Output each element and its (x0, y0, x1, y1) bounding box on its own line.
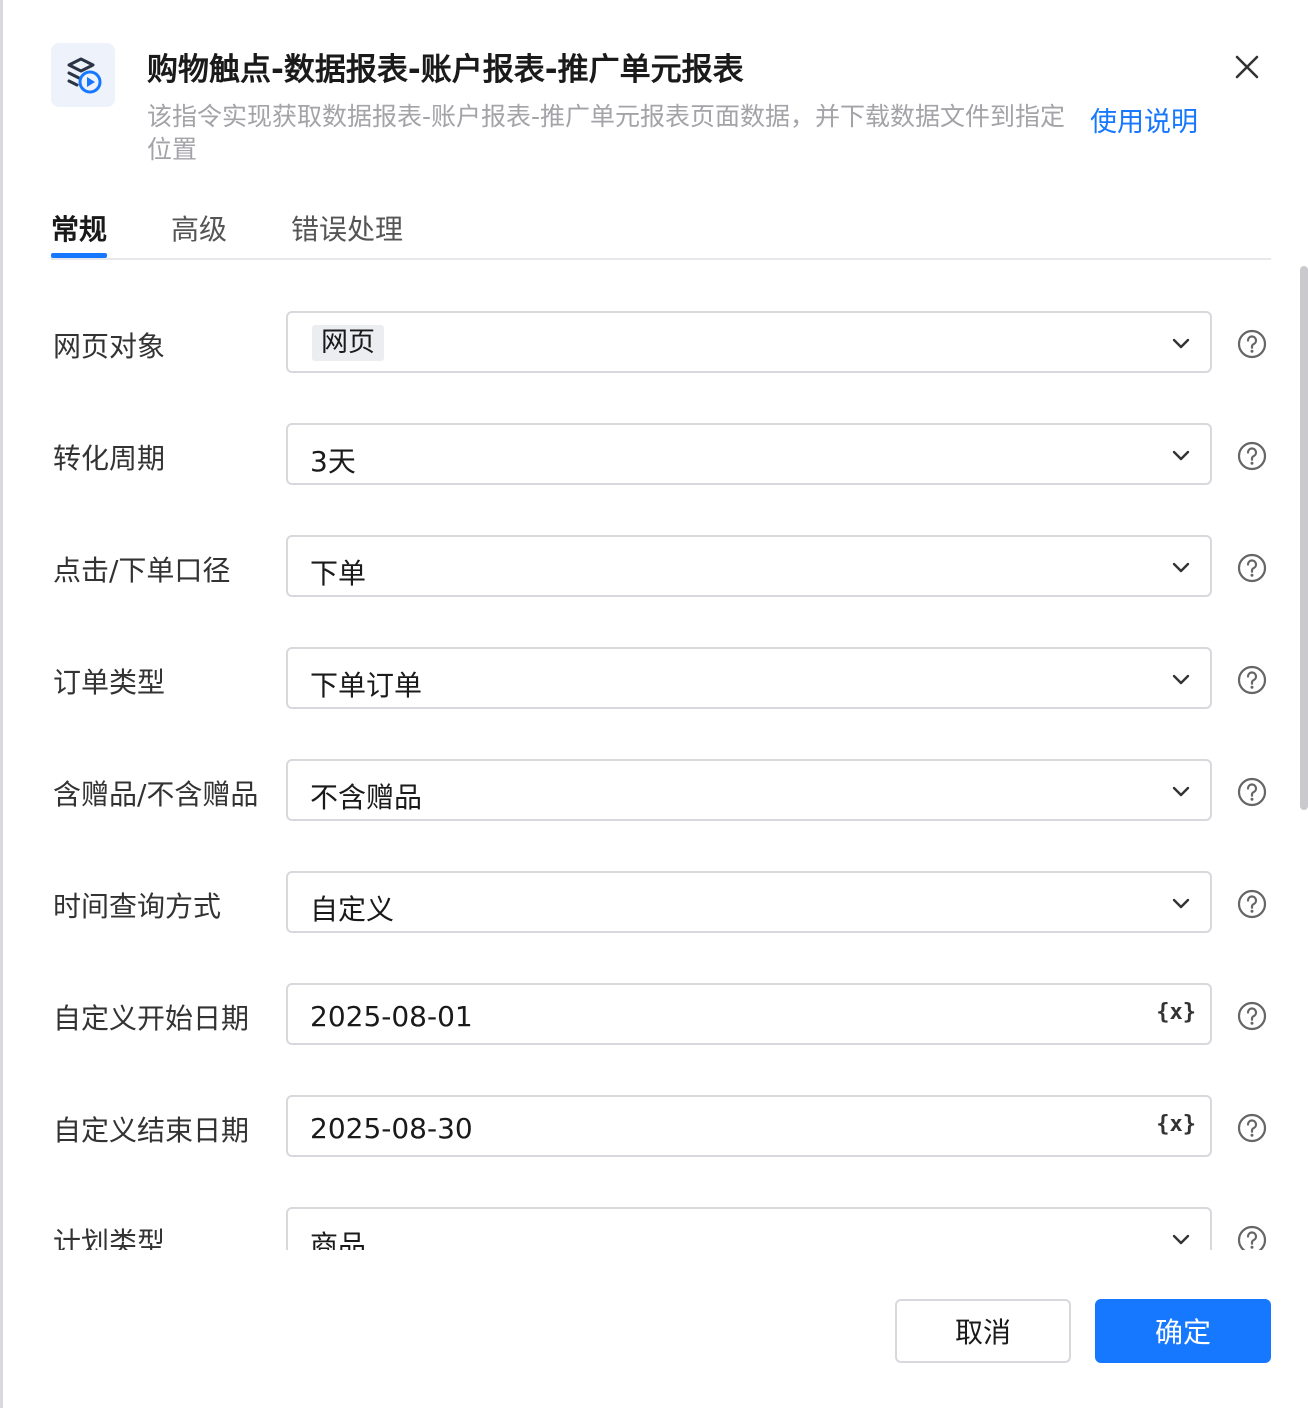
scrollbar-thumb[interactable] (1300, 266, 1308, 810)
select-value: 下单 (310, 557, 367, 590)
dialog: 购物触点-数据报表-账户报表-推广单元报表 该指令实现获取数据报表-账户报表-推… (0, 0, 1308, 1408)
form-row-custom-end-date: 自定义结束日期 2025-08-30 {x} (0, 1095, 1308, 1159)
tab-general[interactable]: 常规 (51, 208, 107, 248)
field-label: 转化周期 (53, 442, 166, 475)
form-row-gift-option: 含赠品/不含赠品 不含赠品 (0, 759, 1308, 823)
gift-option-select[interactable]: 不含赠品 (286, 759, 1212, 821)
chevron-down-icon (1172, 450, 1190, 461)
input-value: 2025-08-01 (310, 1000, 473, 1033)
tab-bar: 常规 高级 错误处理 (51, 196, 1271, 260)
cancel-button[interactable]: 取消 (895, 1299, 1071, 1363)
field-label: 订单类型 (53, 666, 166, 699)
help-icon[interactable] (1236, 1112, 1268, 1144)
chevron-down-icon (1172, 562, 1190, 573)
click-order-basis-select[interactable]: 下单 (286, 535, 1212, 597)
help-icon[interactable] (1236, 664, 1268, 696)
chevron-down-icon (1172, 1234, 1190, 1245)
form-row-order-type: 订单类型 下单订单 (0, 647, 1308, 711)
select-value: 3天 (310, 445, 356, 478)
help-icon[interactable] (1236, 552, 1268, 584)
field-label: 时间查询方式 (53, 890, 222, 923)
form-row-click-order-basis: 点击/下单口径 下单 (0, 535, 1308, 599)
help-icon[interactable] (1236, 1224, 1268, 1250)
input-value: 2025-08-30 (310, 1112, 473, 1145)
field-label: 网页对象 (53, 330, 166, 363)
close-icon (1235, 55, 1259, 79)
chevron-down-icon (1172, 786, 1190, 797)
dialog-title: 购物触点-数据报表-账户报表-推广单元报表 (147, 52, 744, 88)
select-value: 下单订单 (310, 669, 423, 702)
help-icon[interactable] (1236, 888, 1268, 920)
help-icon[interactable] (1236, 1000, 1268, 1032)
field-label: 自定义结束日期 (53, 1114, 250, 1147)
active-tab-indicator (51, 253, 107, 258)
field-label: 计划类型 (53, 1226, 166, 1250)
time-query-mode-select[interactable]: 自定义 (286, 871, 1212, 933)
help-icon[interactable] (1236, 440, 1268, 472)
field-label: 含赠品/不含赠品 (53, 778, 259, 811)
form-row-web-object: 网页对象 网页 (0, 311, 1308, 375)
selected-tag: 网页 (312, 325, 384, 361)
select-value: 商品 (310, 1229, 367, 1250)
form-row-plan-type: 计划类型 商品 (0, 1207, 1308, 1250)
chevron-down-icon (1172, 338, 1190, 349)
web-object-select[interactable]: 网页 (286, 311, 1212, 373)
confirm-button[interactable]: 确定 (1095, 1299, 1271, 1363)
tab-error-handling[interactable]: 错误处理 (291, 208, 403, 248)
end-date-input[interactable]: 2025-08-30 {x} (286, 1095, 1212, 1157)
conversion-period-select[interactable]: 3天 (286, 423, 1212, 485)
start-date-input[interactable]: 2025-08-01 {x} (286, 983, 1212, 1045)
form-area: 网页对象 网页 转化周期 3天 点击/下单口径 下单 订单类型 下单订单 含赠品… (0, 262, 1308, 1250)
usage-guide-link[interactable]: 使用说明 (1090, 100, 1198, 139)
report-download-icon (51, 43, 115, 107)
form-row-time-query-mode: 时间查询方式 自定义 (0, 871, 1308, 935)
field-label: 点击/下单口径 (53, 554, 231, 587)
form-row-custom-start-date: 自定义开始日期 2025-08-01 {x} (0, 983, 1308, 1047)
select-value: 自定义 (310, 893, 395, 926)
help-icon[interactable] (1236, 328, 1268, 360)
select-value: 不含赠品 (310, 781, 423, 814)
variable-icon[interactable]: {x} (1156, 1000, 1196, 1025)
order-type-select[interactable]: 下单订单 (286, 647, 1212, 709)
variable-icon[interactable]: {x} (1156, 1112, 1196, 1137)
dialog-description: 该指令实现获取数据报表-账户报表-推广单元报表页面数据，并下载数据文件到指定位置 (147, 102, 1066, 164)
close-button[interactable] (1230, 50, 1264, 84)
chevron-down-icon (1172, 674, 1190, 685)
plan-type-select[interactable]: 商品 (286, 1207, 1212, 1250)
tab-advanced[interactable]: 高级 (171, 208, 227, 248)
chevron-down-icon (1172, 898, 1190, 909)
field-label: 自定义开始日期 (53, 1002, 250, 1035)
form-row-conversion-period: 转化周期 3天 (0, 423, 1308, 487)
help-icon[interactable] (1236, 776, 1268, 808)
